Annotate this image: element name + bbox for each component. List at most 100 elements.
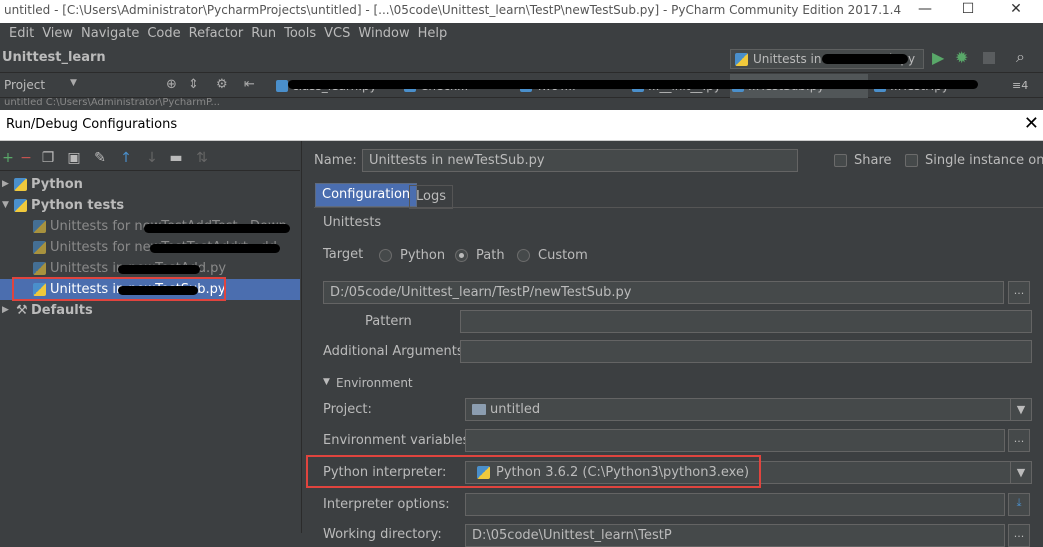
sort-icon[interactable]: ⇅ <box>194 149 210 167</box>
working-dir-field[interactable]: D:\05code\Unittest_learn\TestP <box>465 524 1005 547</box>
menu-vcs[interactable]: VCS <box>320 23 354 45</box>
edit-env-vars-button[interactable]: ... <box>1008 429 1030 452</box>
target-custom-radio[interactable] <box>517 249 530 262</box>
interpreter-options-label: Interpreter options: <box>323 497 450 512</box>
tab-logs[interactable]: Logs <box>409 185 453 209</box>
python-icon <box>735 53 748 66</box>
target-path-radio[interactable] <box>455 249 468 262</box>
target-custom-label: Custom <box>538 248 588 263</box>
single-instance-label: Single instance only <box>925 153 1043 168</box>
redaction-mark <box>118 265 200 274</box>
pattern-label: Pattern <box>365 314 412 329</box>
env-vars-field[interactable] <box>465 429 1005 452</box>
folder-icon[interactable]: ▬ <box>168 149 184 167</box>
target-icon[interactable]: ⊕ <box>166 77 177 92</box>
chevron-down-icon[interactable]: ▼ <box>70 78 77 88</box>
tree-item-python-tests[interactable]: ▼ Python tests <box>0 195 300 216</box>
section-title: Unittests <box>323 215 382 230</box>
project-name[interactable]: Unittest_learn <box>2 50 106 65</box>
redaction-mark <box>144 224 290 233</box>
hide-panel-icon[interactable]: ⇤ <box>244 77 255 92</box>
environment-section-label: Environment <box>336 376 413 390</box>
config-tree-panel: + − ❐ ▣ ✎ ↑ ↓ ▬ ⇅ ▶ Python ▼ Python test… <box>0 141 302 533</box>
maximize-button[interactable]: ☐ <box>948 0 988 22</box>
move-up-icon[interactable]: ↑ <box>118 149 134 167</box>
browse-path-button[interactable]: ... <box>1008 281 1030 304</box>
python-tests-icon <box>33 220 46 233</box>
defaults-icon: ⚒ <box>16 303 28 318</box>
menu-code[interactable]: Code <box>143 23 184 45</box>
save-icon[interactable]: ▣ <box>66 149 82 167</box>
chevron-down-icon[interactable]: ▼ <box>323 377 330 387</box>
redaction-mark <box>150 244 280 253</box>
search-icon[interactable]: ⌕ <box>1016 47 1025 67</box>
stop-icon[interactable] <box>983 52 995 64</box>
menu-help[interactable]: Help <box>414 23 452 45</box>
project-panel-label[interactable]: Project <box>4 78 45 92</box>
close-icon[interactable]: ✕ <box>1024 113 1039 135</box>
menu-refactor[interactable]: Refactor <box>185 23 248 45</box>
gear-icon[interactable]: ⚙ <box>216 77 228 92</box>
name-label: Name: <box>314 153 357 168</box>
browse-working-dir-button[interactable]: ... <box>1008 524 1030 547</box>
chevron-right-icon[interactable]: ▶ <box>2 174 12 195</box>
close-window-button[interactable]: ✕ <box>996 0 1036 22</box>
share-checkbox[interactable] <box>834 154 847 167</box>
wrench-icon[interactable]: ✎ <box>92 149 108 167</box>
highlight-box <box>306 455 761 488</box>
menu-edit[interactable]: Edit <box>0 23 38 45</box>
tree-item-python[interactable]: ▶ Python <box>0 174 300 195</box>
python-file-icon <box>276 80 288 92</box>
working-dir-label: Working directory: <box>323 527 442 542</box>
env-vars-label: Environment variables: <box>323 433 474 448</box>
editor-tabs-row: Project ▼ ⊕ ⇕ ⚙ ⇤ class_learn.py Check..… <box>0 74 1043 98</box>
target-python-radio[interactable] <box>379 249 392 262</box>
additional-args-label: Additional Arguments <box>323 344 464 359</box>
target-label: Target <box>323 247 364 262</box>
add-icon[interactable]: + <box>0 149 16 167</box>
pattern-field[interactable] <box>460 310 1032 333</box>
copy-icon[interactable]: ❐ <box>40 149 56 167</box>
chevron-down-icon[interactable]: ▼ <box>1010 398 1032 421</box>
single-instance-checkbox[interactable] <box>905 154 918 167</box>
chevron-right-icon[interactable]: ▶ <box>2 300 12 321</box>
menu-window[interactable]: Window <box>354 23 413 45</box>
interpreter-options-field[interactable] <box>465 493 1005 516</box>
divider <box>314 207 1043 208</box>
chevron-down-icon[interactable]: ▼ <box>2 195 12 216</box>
redaction-mark <box>822 54 908 64</box>
project-path-row: untitled C:\Users\Administrator\PycharmP… <box>0 98 1043 109</box>
remove-icon[interactable]: − <box>18 149 34 167</box>
python-icon <box>14 178 27 191</box>
python-tests-icon <box>33 241 46 254</box>
dialog-titlebar: Run/Debug Configurations ✕ <box>0 110 1043 141</box>
collapse-icon[interactable]: ⇕ <box>188 77 199 92</box>
tree-toolbar: + − ❐ ▣ ✎ ↑ ↓ ▬ ⇅ <box>0 147 300 171</box>
window-titlebar: untitled - [C:\Users\Administrator\Pycha… <box>0 0 1043 23</box>
window-title: untitled - [C:\Users\Administrator\Pycha… <box>4 3 902 17</box>
expand-icon[interactable]: ⤓ <box>1008 493 1030 516</box>
tab-configuration[interactable]: Configuration <box>315 183 418 207</box>
python-tests-icon <box>33 262 46 275</box>
menu-run[interactable]: Run <box>247 23 280 45</box>
tabs-overflow-button[interactable]: ≡4 <box>1012 79 1028 92</box>
additional-args-field[interactable] <box>460 340 1032 363</box>
menu-tools[interactable]: Tools <box>280 23 320 45</box>
menu-view[interactable]: View <box>38 23 77 45</box>
menu-navigate[interactable]: Navigate <box>77 23 143 45</box>
python-tests-icon <box>14 199 27 212</box>
redaction-mark <box>288 80 978 89</box>
run-icon[interactable]: ▶ <box>932 48 944 67</box>
minimize-button[interactable]: — <box>905 0 945 22</box>
move-down-icon[interactable]: ↓ <box>144 149 160 167</box>
project-combo[interactable]: untitled <box>465 398 1021 421</box>
tree-item-defaults[interactable]: ▶ ⚒ Defaults <box>0 300 300 321</box>
name-field[interactable]: Unittests in newTestSub.py <box>362 149 798 172</box>
debug-icon[interactable]: ✹ <box>955 48 968 67</box>
share-label: Share <box>854 153 892 168</box>
folder-icon <box>472 404 486 415</box>
chevron-down-icon[interactable]: ▼ <box>1010 461 1032 484</box>
project-label: Project: <box>323 402 372 417</box>
path-field[interactable]: D:/05code/Unittest_learn/TestP/newTestSu… <box>323 281 1004 304</box>
target-python-label: Python <box>400 248 446 263</box>
